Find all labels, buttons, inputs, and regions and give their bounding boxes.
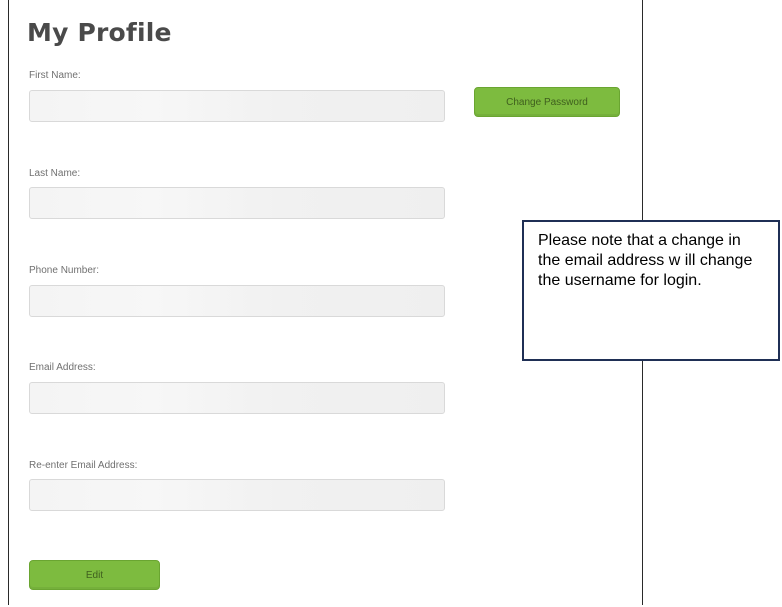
phone-number-field[interactable] [29,285,445,317]
last-name-label: Last Name: [29,168,81,179]
email-change-note: Please note that a change in the email a… [522,220,780,361]
last-name-field[interactable] [29,187,445,219]
edit-button[interactable]: Edit [29,560,160,590]
first-name-field[interactable] [29,90,445,122]
first-name-label: First Name: [29,70,81,81]
email-change-note-text: Please note that a change in the email a… [538,232,753,289]
phone-number-label: Phone Number: [29,265,100,276]
reenter-email-label: Re-enter Email Address: [29,460,138,471]
email-address-label: Email Address: [29,362,96,373]
change-password-button[interactable]: Change Password [474,87,620,117]
reenter-email-field[interactable] [29,479,445,511]
page-title: My Profile [27,18,172,47]
email-address-field[interactable] [29,382,445,414]
